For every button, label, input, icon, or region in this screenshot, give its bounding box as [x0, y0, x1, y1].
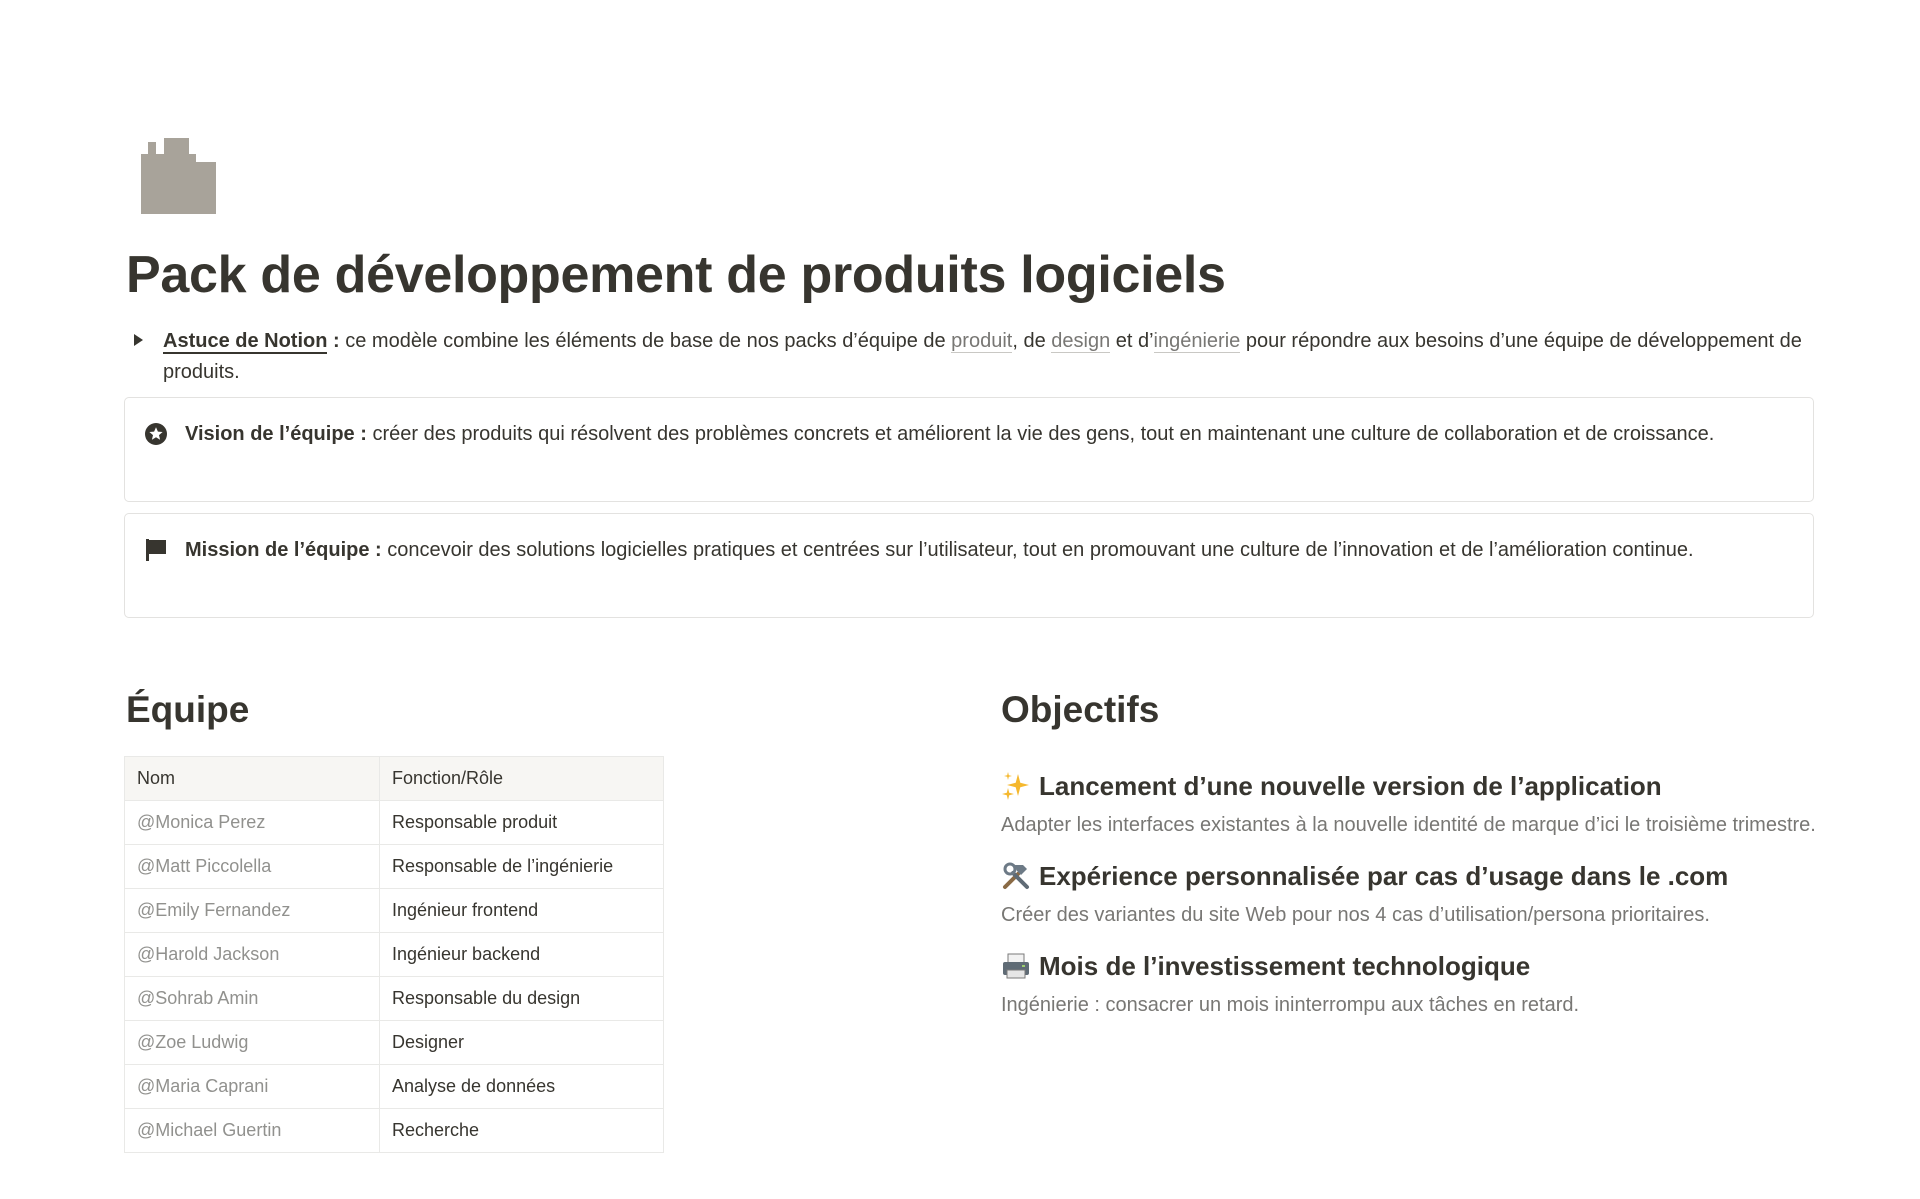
goals-list: Lancement d’une nouvelle version de l’ap… [1001, 768, 1821, 1038]
vision-text: Vision de l’équipe : créer des produits … [185, 419, 1763, 450]
goal-item: Lancement d’une nouvelle version de l’ap… [1001, 768, 1821, 841]
tip-mid-2: et d’ [1110, 330, 1154, 352]
printer-icon [1001, 951, 1031, 981]
goal-description: Adapter les interfaces existantes à la n… [1001, 814, 1816, 836]
building-icon[interactable] [138, 136, 218, 216]
goals-heading[interactable]: Objectifs [1001, 688, 1159, 732]
table-row: @Sohrab Amin Responsable du design [124, 976, 664, 1021]
link-produit[interactable]: produit [951, 330, 1013, 353]
member-role[interactable]: Responsable de l’ingénierie [379, 844, 664, 889]
goal-title[interactable]: Expérience personnalisée par cas d’usage… [1001, 858, 1821, 894]
member-mention[interactable]: @Michael Guertin [124, 1108, 380, 1153]
sparkles-icon [1001, 771, 1031, 801]
goal-item: Mois de l’investissement technologique I… [1001, 948, 1821, 1021]
member-role[interactable]: Designer [379, 1020, 664, 1065]
team-heading[interactable]: Équipe [126, 688, 249, 732]
star-circle-icon[interactable] [144, 422, 168, 446]
table-row: @Emily Fernandez Ingénieur frontend [124, 888, 664, 933]
notion-tip-toggle[interactable]: Astuce de Notion : ce modèle combine les… [126, 326, 1806, 388]
vision-callout: Vision de l’équipe : créer des produits … [124, 397, 1814, 502]
mission-body: concevoir des solutions logicielles prat… [381, 539, 1694, 561]
goal-description: Créer des variantes du site Web pour nos… [1001, 904, 1710, 926]
column-header-name[interactable]: Nom [124, 756, 380, 801]
notion-page: Pack de développement de produits logici… [0, 0, 1920, 1199]
team-table: Nom Fonction/Rôle @Monica Perez Responsa… [124, 756, 664, 1153]
mission-callout: Mission de l’équipe : concevoir des solu… [124, 513, 1814, 618]
member-role[interactable]: Responsable du design [379, 976, 664, 1021]
goal-title[interactable]: Mois de l’investissement technologique [1001, 948, 1821, 984]
member-mention[interactable]: @Zoe Ludwig [124, 1020, 380, 1065]
tip-separator: : [327, 330, 346, 352]
page-title[interactable]: Pack de développement de produits logici… [126, 244, 1226, 306]
vision-body: créer des produits qui résolvent des pro… [366, 423, 1715, 445]
link-design[interactable]: design [1051, 330, 1111, 353]
table-header-row: Nom Fonction/Rôle [124, 756, 664, 801]
column-header-role[interactable]: Fonction/Rôle [379, 756, 664, 801]
tip-mid-1: , de [1012, 330, 1052, 352]
table-row: @Zoe Ludwig Designer [124, 1020, 664, 1065]
member-role[interactable]: Recherche [379, 1108, 664, 1153]
member-role[interactable]: Ingénieur frontend [379, 888, 664, 933]
tip-text-before: ce modèle combine les éléments de base d… [345, 330, 952, 352]
member-role[interactable]: Analyse de données [379, 1064, 664, 1109]
member-mention[interactable]: @Emily Fernandez [124, 888, 380, 933]
member-mention[interactable]: @Harold Jackson [124, 932, 380, 977]
member-mention[interactable]: @Monica Perez [124, 800, 380, 845]
vision-label: Vision de l’équipe : [185, 423, 367, 445]
member-role[interactable]: Ingénieur backend [379, 932, 664, 977]
mission-label: Mission de l’équipe : [185, 539, 382, 561]
tip-label: Astuce de Notion [163, 330, 328, 354]
member-role[interactable]: Responsable produit [379, 800, 664, 845]
member-mention[interactable]: @Sohrab Amin [124, 976, 380, 1021]
table-row: @Matt Piccolella Responsable de l’ingéni… [124, 844, 664, 889]
tools-icon [1001, 861, 1031, 891]
goal-title[interactable]: Lancement d’une nouvelle version de l’ap… [1001, 768, 1821, 804]
goal-item: Expérience personnalisée par cas d’usage… [1001, 858, 1821, 931]
tip-text: Astuce de Notion : ce modèle combine les… [163, 326, 1806, 388]
table-row: @Michael Guertin Recherche [124, 1108, 664, 1153]
flag-icon[interactable] [144, 538, 168, 562]
table-row: @Monica Perez Responsable produit [124, 800, 664, 845]
goal-title-text: Lancement d’une nouvelle version de l’ap… [1039, 771, 1662, 801]
goal-title-text: Mois de l’investissement technologique [1039, 951, 1531, 981]
toggle-arrow-icon[interactable] [134, 334, 143, 346]
member-mention[interactable]: @Matt Piccolella [124, 844, 380, 889]
table-row: @Harold Jackson Ingénieur backend [124, 932, 664, 977]
member-mention[interactable]: @Maria Caprani [124, 1064, 380, 1109]
link-ingenierie[interactable]: ingénierie [1153, 330, 1241, 353]
table-row: @Maria Caprani Analyse de données [124, 1064, 664, 1109]
mission-text: Mission de l’équipe : concevoir des solu… [185, 535, 1763, 566]
goal-description: Ingénierie : consacrer un mois ininterro… [1001, 994, 1580, 1016]
goal-title-text: Expérience personnalisée par cas d’usage… [1039, 861, 1729, 891]
